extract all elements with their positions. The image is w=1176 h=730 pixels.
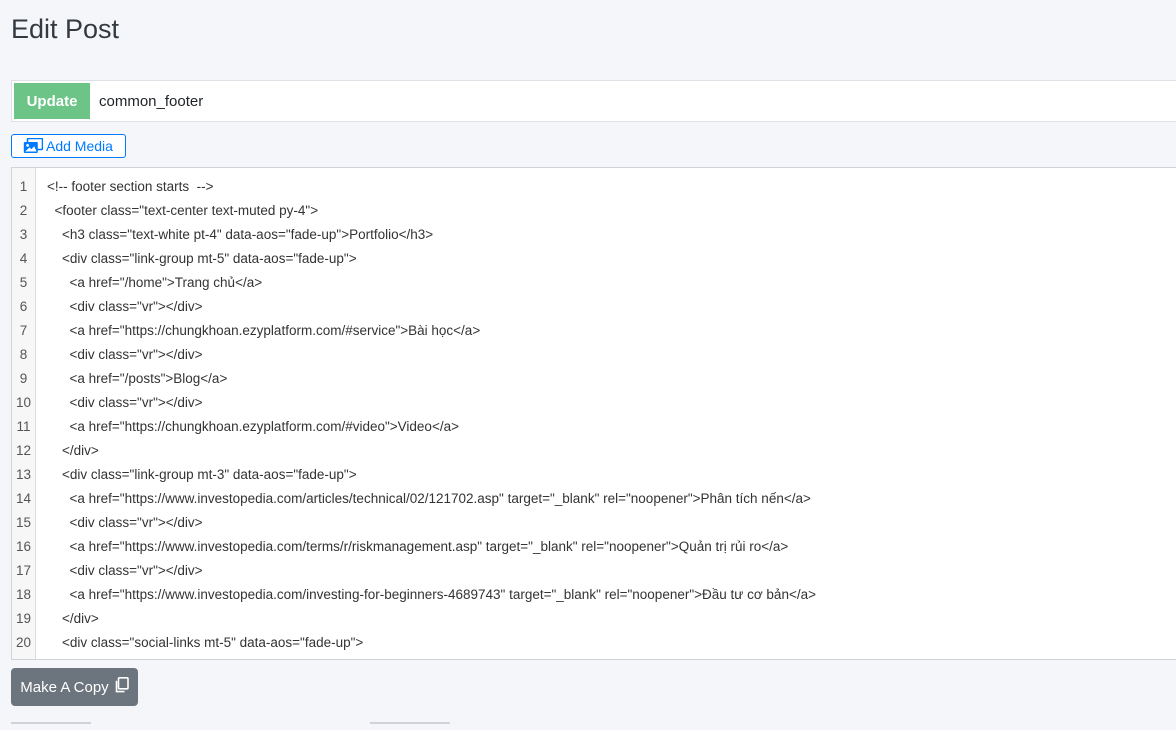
add-media-label: Add Media bbox=[46, 138, 113, 154]
code-line: 8 <div class="vr"></div> bbox=[12, 343, 1176, 367]
code-text: <div class="social-links mt-5" data-aos=… bbox=[47, 635, 364, 650]
code-text: <div class="vr"></div> bbox=[47, 395, 203, 410]
code-line: 20 <div class="social-links mt-5" data-a… bbox=[12, 631, 1176, 655]
code-line: 5 <a href="/home">Trang chủ</a> bbox=[12, 271, 1176, 295]
line-number: 14 bbox=[15, 491, 32, 506]
title-row: Update bbox=[11, 80, 1176, 122]
line-number: 5 bbox=[19, 275, 28, 290]
code-line: 13 <div class="link-group mt-3" data-aos… bbox=[12, 463, 1176, 487]
code-text: <a href="https://chungkhoan.ezyplatform.… bbox=[47, 323, 481, 338]
code-line: 7 <a href="https://chungkhoan.ezyplatfor… bbox=[12, 319, 1176, 343]
post-title-input[interactable] bbox=[90, 81, 1176, 121]
line-number: 19 bbox=[15, 611, 32, 626]
line-number: 16 bbox=[15, 539, 32, 554]
code-line: 1 <!-- footer section starts --> bbox=[12, 175, 1176, 199]
line-number: 2 bbox=[19, 203, 28, 218]
code-text: </div> bbox=[47, 443, 99, 458]
code-text: <a href="https://chungkhoan.ezyplatform.… bbox=[47, 419, 459, 434]
peek-mark bbox=[11, 722, 91, 727]
line-number: 20 bbox=[15, 635, 32, 650]
make-a-copy-label: Make A Copy bbox=[20, 678, 109, 696]
line-number: 18 bbox=[15, 587, 32, 602]
code-line: 17 <div class="vr"></div> bbox=[12, 559, 1176, 583]
line-number: 4 bbox=[19, 251, 28, 266]
make-a-copy-button[interactable]: Make A Copy bbox=[11, 668, 138, 706]
peek-mark bbox=[370, 722, 450, 727]
code-text: <a href="https://www.investopedia.com/te… bbox=[47, 539, 789, 554]
code-text: <div class="vr"></div> bbox=[47, 515, 203, 530]
code-line: 6 <div class="vr"></div> bbox=[12, 295, 1176, 319]
code-text: <div class="link-group mt-5" data-aos="f… bbox=[47, 251, 357, 266]
code-text: <h3 class="text-white pt-4" data-aos="fa… bbox=[47, 227, 434, 242]
line-number: 11 bbox=[16, 419, 31, 434]
page-title: Edit Post bbox=[11, 14, 120, 44]
code-line: 9 <a href="/posts">Blog</a> bbox=[12, 367, 1176, 391]
code-text: <div class="vr"></div> bbox=[47, 563, 203, 578]
code-text: <a href="/home">Trang chủ</a> bbox=[47, 275, 263, 290]
code-line: 14 <a href="https://www.investopedia.com… bbox=[12, 487, 1176, 511]
code-line: 15 <div class="vr"></div> bbox=[12, 511, 1176, 535]
code-text: <div class="link-group mt-3" data-aos="f… bbox=[47, 467, 357, 482]
code-text: </div> bbox=[47, 611, 99, 626]
line-number: 10 bbox=[15, 395, 32, 410]
update-button[interactable]: Update bbox=[14, 83, 90, 119]
line-number: 8 bbox=[19, 347, 28, 362]
line-number: 12 bbox=[15, 443, 32, 458]
code-line: 3 <h3 class="text-white pt-4" data-aos="… bbox=[12, 223, 1176, 247]
code-text: <a href="/posts">Blog</a> bbox=[47, 371, 228, 386]
code-text: <!-- footer section starts --> bbox=[47, 179, 214, 194]
line-number: 1 bbox=[19, 179, 28, 194]
code-line: 18 <a href="https://www.investopedia.com… bbox=[12, 583, 1176, 607]
code-text: <div class="vr"></div> bbox=[47, 299, 203, 314]
line-number: 15 bbox=[15, 515, 32, 530]
code-lines: 1 <!-- footer section starts --> 2 <footer… bbox=[12, 175, 1176, 655]
code-text: <a href="https://www.investopedia.com/in… bbox=[47, 587, 816, 602]
code-line: 2 <footer class="text-center text-muted … bbox=[12, 199, 1176, 223]
code-line: 12 </div> bbox=[12, 439, 1176, 463]
code-line: 19 </div> bbox=[12, 607, 1176, 631]
code-line: 16 <a href="https://www.investopedia.com… bbox=[12, 535, 1176, 559]
copy-icon bbox=[114, 677, 129, 697]
code-editor[interactable]: 1 <!-- footer section starts --> 2 <footer… bbox=[11, 167, 1176, 660]
line-number: 6 bbox=[19, 299, 28, 314]
code-text: <a href="https://www.investopedia.com/ar… bbox=[47, 491, 811, 506]
add-media-button[interactable]: Add Media bbox=[11, 134, 126, 158]
code-line: 10 <div class="vr"></div> bbox=[12, 391, 1176, 415]
line-number: 13 bbox=[15, 467, 32, 482]
line-number: 17 bbox=[15, 563, 32, 578]
bottom-content-peek bbox=[0, 722, 1176, 730]
images-icon bbox=[23, 138, 43, 154]
line-number: 7 bbox=[19, 323, 28, 338]
code-line: 11 <a href="https://chungkhoan.ezyplatfo… bbox=[12, 415, 1176, 439]
code-text: <div class="vr"></div> bbox=[47, 347, 203, 362]
code-text: <footer class="text-center text-muted py… bbox=[47, 203, 319, 218]
line-number: 3 bbox=[19, 227, 28, 242]
code-line: 4 <div class="link-group mt-5" data-aos=… bbox=[12, 247, 1176, 271]
line-number: 9 bbox=[19, 371, 28, 386]
